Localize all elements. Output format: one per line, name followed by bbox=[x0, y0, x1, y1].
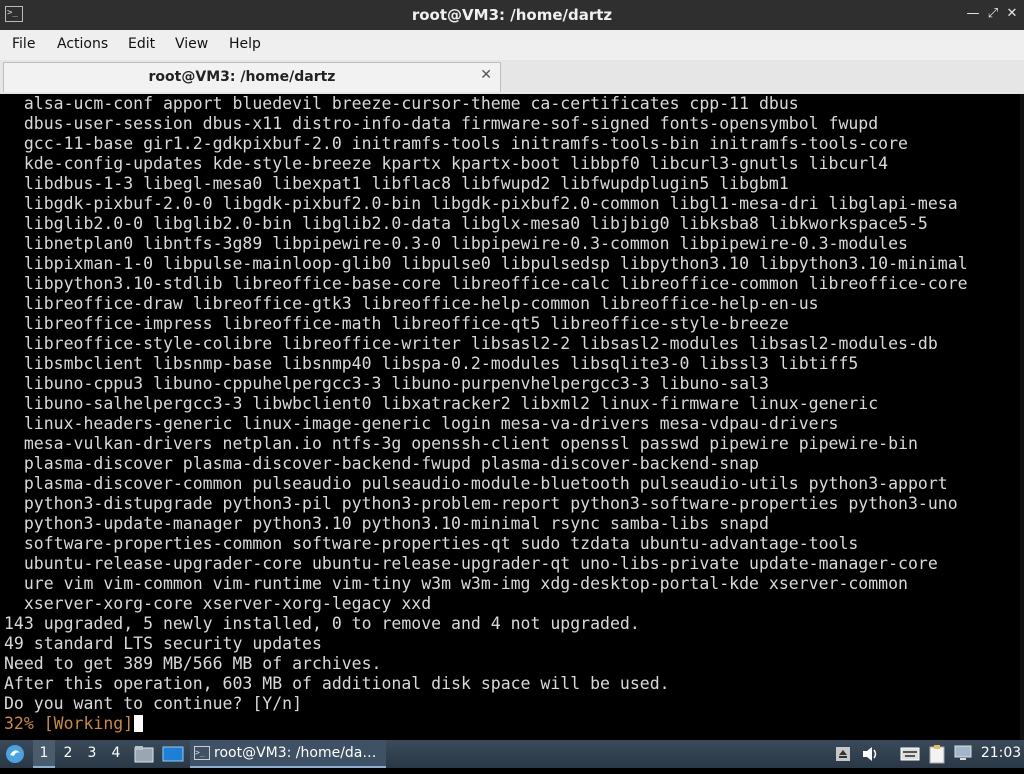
minimize-button[interactable]: — bbox=[964, 5, 982, 23]
terminal-task-icon: >_ bbox=[194, 746, 210, 760]
window-titlebar[interactable]: >_ root@VM3: /home/dartz — ⤢ ✕ bbox=[0, 0, 1024, 30]
taskbar-task-terminal[interactable]: >_ root@VM3: /home/da… bbox=[190, 740, 386, 768]
menu-view[interactable]: View bbox=[175, 36, 208, 52]
menu-help[interactable]: Help bbox=[229, 36, 261, 52]
terminal-line: libsmbclient libsnmp-base libsnmp40 libs… bbox=[4, 354, 859, 373]
window-title: root@VM3: /home/dartz bbox=[411, 6, 613, 24]
workspace-1[interactable]: 1 bbox=[33, 740, 55, 768]
workspace-3[interactable]: 3 bbox=[81, 740, 103, 768]
file-manager-icon[interactable] bbox=[132, 740, 156, 768]
maximize-button[interactable]: ⤢ bbox=[984, 5, 1002, 23]
terminal-scrollbar[interactable] bbox=[1020, 94, 1024, 740]
tab-bar: root@VM3: /home/dartz ✕ bbox=[0, 60, 1024, 95]
tab-label: root@VM3: /home/dartz bbox=[148, 69, 336, 85]
terminal-line: After this operation, 603 MB of addition… bbox=[4, 674, 670, 693]
folder-icon bbox=[134, 746, 154, 763]
menu-actions[interactable]: Actions bbox=[57, 36, 108, 52]
volume-tray-icon[interactable] bbox=[860, 740, 882, 768]
tab-terminal[interactable]: root@VM3: /home/dartz ✕ bbox=[3, 62, 501, 92]
terminal-line: libuno-cppu3 libuno-cppuhelpergcc3-3 lib… bbox=[4, 374, 769, 393]
terminal-line: libdbus-1-3 libegl-mesa0 libexpat1 libfl… bbox=[4, 174, 789, 193]
terminal-line: libglib2.0-0 libglib2.0-bin libglib2.0-d… bbox=[4, 214, 928, 233]
clipboard-icon bbox=[929, 745, 945, 764]
workspace-4[interactable]: 4 bbox=[105, 740, 127, 768]
terminal-line: python3-distupgrade python3-pil python3-… bbox=[4, 494, 958, 513]
terminal-line: Do you want to continue? [Y/n] bbox=[4, 694, 303, 713]
terminal-line: software-properties-common software-prop… bbox=[4, 534, 859, 553]
taskbar: 1 2 3 4 >_ root@VM3: /home/da… 21:03 bbox=[0, 740, 1024, 768]
terminal-line: libuno-salhelpergcc3-3 libwbclient0 libx… bbox=[4, 394, 879, 413]
terminal-line: 49 standard LTS security updates bbox=[4, 634, 322, 653]
terminal-line: Need to get 389 MB/566 MB of archives. bbox=[4, 654, 382, 673]
close-button[interactable]: ✕ bbox=[1003, 5, 1021, 23]
terminal-line: linux-headers-generic linux-image-generi… bbox=[4, 414, 839, 433]
terminal-line: mesa-vulkan-drivers netplan.io ntfs-3g o… bbox=[4, 434, 918, 453]
speaker-icon bbox=[863, 747, 877, 761]
terminal-line: gcc-11-base gir1.2-gdkpixbuf-2.0 initram… bbox=[4, 134, 908, 153]
terminal-line: libpython3.10-stdlib libreoffice-base-co… bbox=[4, 274, 968, 293]
terminal-line: libpixman-1-0 libpulse-mainloop-glib0 li… bbox=[4, 254, 968, 273]
task-label: root@VM3: /home/da… bbox=[214, 745, 377, 761]
terminal-text: alsa-ucm-conf apport bluedevil breeze-cu… bbox=[0, 94, 1024, 734]
clock[interactable]: 21:03 bbox=[978, 740, 1024, 768]
tab-close-icon[interactable]: ✕ bbox=[480, 67, 492, 83]
terminal-line: plasma-discover-common pulseaudio pulsea… bbox=[4, 474, 948, 493]
start-menu-button[interactable] bbox=[2, 740, 28, 768]
menu-bar: File Actions Edit View Help bbox=[0, 30, 1024, 60]
show-desktop-icon[interactable] bbox=[160, 740, 186, 768]
keyboard-icon bbox=[900, 747, 920, 761]
menu-file[interactable]: File bbox=[12, 36, 35, 52]
workspace-2[interactable]: 2 bbox=[57, 740, 79, 768]
terminal-line: ure vim vim-common vim-runtime vim-tiny … bbox=[4, 574, 908, 593]
media-eject-icon bbox=[836, 747, 850, 761]
keyboard-tray-icon[interactable] bbox=[898, 740, 922, 768]
monitor-icon bbox=[954, 745, 972, 760]
desktop-icon bbox=[162, 746, 184, 762]
terminal-line: libreoffice-impress libreoffice-math lib… bbox=[4, 314, 789, 333]
terminal-line: plasma-discover plasma-discover-backend-… bbox=[4, 454, 759, 473]
terminal-line: kde-config-updates kde-style-breeze kpar… bbox=[4, 154, 889, 173]
eject-tray-icon[interactable] bbox=[832, 740, 854, 768]
menu-edit[interactable]: Edit bbox=[128, 36, 155, 52]
terminal-line: xserver-xorg-core xserver-xorg-legacy xx… bbox=[4, 594, 432, 613]
terminal-output[interactable]: alsa-ucm-conf apport bluedevil breeze-cu… bbox=[0, 94, 1024, 740]
terminal-line: dbus-user-session dbus-x11 distro-info-d… bbox=[4, 114, 879, 133]
terminal-line: ubuntu-release-upgrader-core ubuntu-rele… bbox=[4, 554, 938, 573]
terminal-line: 143 upgraded, 5 newly installed, 0 to re… bbox=[4, 614, 640, 633]
network-tray-icon[interactable] bbox=[952, 740, 974, 768]
terminal-line: python3-update-manager python3.10 python… bbox=[4, 514, 769, 533]
terminal-line: alsa-ucm-conf apport bluedevil breeze-cu… bbox=[4, 94, 799, 113]
terminal-line: libgdk-pixbuf-2.0-0 libgdk-pixbuf2.0-bin… bbox=[4, 194, 958, 213]
terminal-line: libnetplan0 libntfs-3g89 libpipewire-0.3… bbox=[4, 234, 908, 253]
progress-status: 32% [Working] bbox=[4, 714, 134, 733]
lxqt-logo-icon bbox=[6, 745, 24, 763]
terminal-line: libreoffice-draw libreoffice-gtk3 libreo… bbox=[4, 294, 819, 313]
terminal-cursor bbox=[134, 715, 144, 732]
clipboard-tray-icon[interactable] bbox=[926, 740, 948, 768]
terminal-line: libreoffice-style-colibre libreoffice-wr… bbox=[4, 334, 938, 353]
